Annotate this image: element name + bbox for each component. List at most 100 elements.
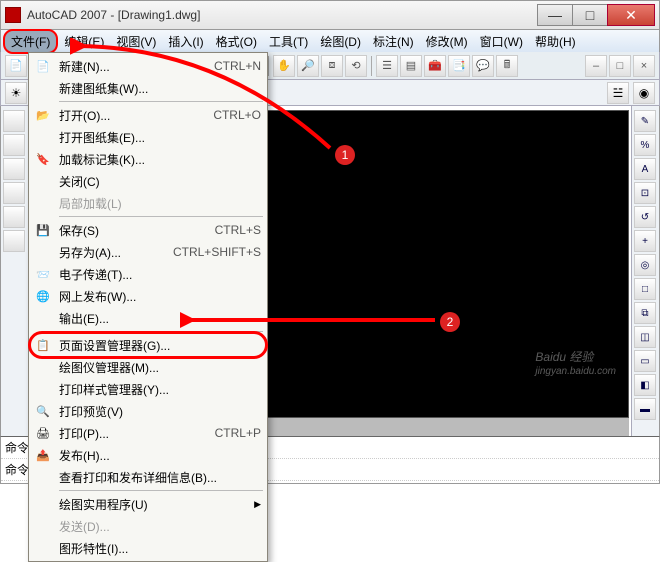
file-menu-item-20[interactable]: 📤发布(H)... — [31, 444, 265, 466]
menu-item-icon — [35, 359, 51, 375]
menu-item-icon: 🔍 — [35, 403, 51, 419]
line-icon[interactable] — [3, 110, 25, 132]
minimize-button[interactable]: — — [537, 4, 573, 26]
file-menu-item-15[interactable]: 📋页面设置管理器(G)... — [31, 334, 265, 356]
close-button[interactable]: ✕ — [607, 4, 655, 26]
file-menu-item-5[interactable]: 🔖加载标记集(K)... — [31, 148, 265, 170]
modify-tool-8[interactable]: ⧉ — [634, 302, 656, 324]
menu-item-label: 绘图仪管理器(M)... — [59, 359, 261, 376]
file-menu-item-6[interactable]: 关闭(C) — [31, 170, 265, 192]
modify-tool-1[interactable]: % — [634, 134, 656, 156]
menu-item-label: 查看打印和发布详细信息(B)... — [59, 469, 261, 486]
menu-item-icon: 📨 — [35, 266, 51, 282]
layer-iso-icon[interactable]: ◉ — [633, 82, 655, 104]
file-menu-item-0[interactable]: 📄新建(N)...CTRL+N — [31, 55, 265, 77]
file-menu-item-3[interactable]: 📂打开(O)...CTRL+O — [31, 104, 265, 126]
menu-item-3[interactable]: 插入(I) — [162, 31, 209, 52]
doc-max-icon[interactable]: □ — [609, 55, 631, 77]
draw-toolbar — [1, 106, 29, 436]
menu-item-1[interactable]: 编辑(E) — [58, 31, 110, 52]
circle-icon[interactable] — [3, 158, 25, 180]
menu-item-icon: 📂 — [35, 107, 51, 123]
file-menu-item-11[interactable]: 📨电子传递(T)... — [31, 263, 265, 285]
modify-tool-0[interactable]: ✎ — [634, 110, 656, 132]
file-menu-item-7: 局部加载(L) — [31, 192, 265, 214]
menu-item-label: 打印样式管理器(Y)... — [59, 381, 261, 398]
file-menu-item-18[interactable]: 🔍打印预览(V) — [31, 400, 265, 422]
modify-tool-4[interactable]: ↺ — [634, 206, 656, 228]
menu-item-label: 网上发布(W)... — [59, 288, 261, 305]
file-menu-item-21[interactable]: 查看打印和发布详细信息(B)... — [31, 466, 265, 488]
menu-item-icon — [35, 129, 51, 145]
menu-item-8[interactable]: 修改(M) — [420, 31, 474, 52]
menu-item-icon: 💾 — [35, 222, 51, 238]
doc-min-icon[interactable]: – — [585, 55, 607, 77]
layer-states-icon[interactable]: ☱ — [607, 82, 629, 104]
modify-tool-10[interactable]: ▭ — [634, 350, 656, 372]
file-menu-item-1[interactable]: 新建图纸集(W)... — [31, 77, 265, 99]
menu-item-5[interactable]: 工具(T) — [263, 31, 314, 52]
zoom-rt-icon[interactable]: 🔎 — [297, 55, 319, 77]
file-menu-item-23[interactable]: 绘图实用程序(U)▶ — [31, 493, 265, 515]
modify-tool-9[interactable]: ◫ — [634, 326, 656, 348]
sheet-set-icon[interactable]: 📑 — [448, 55, 470, 77]
menu-bar: 文件(F)编辑(E)视图(V)插入(I)格式(O)工具(T)绘图(D)标注(N)… — [0, 30, 660, 52]
markup-icon[interactable]: 💬 — [472, 55, 494, 77]
dc-icon[interactable]: ▤ — [400, 55, 422, 77]
file-menu-item-13[interactable]: 输出(E)... — [31, 307, 265, 329]
new-icon[interactable]: 📄 — [5, 55, 27, 77]
file-menu-dropdown: 📄新建(N)...CTRL+N 新建图纸集(W)... 📂打开(O)...CTRL+… — [28, 52, 268, 562]
file-menu-item-4[interactable]: 打开图纸集(E)... — [31, 126, 265, 148]
menu-item-7[interactable]: 标注(N) — [367, 31, 420, 52]
file-menu-item-17[interactable]: 打印样式管理器(Y)... — [31, 378, 265, 400]
annotation-badge-1: 1 — [335, 145, 355, 165]
file-menu-item-19[interactable]: 🖨打印(P)...CTRL+P — [31, 422, 265, 444]
tool-palettes-icon[interactable]: 🧰 — [424, 55, 446, 77]
menu-item-icon — [35, 540, 51, 556]
zoom-prev-icon[interactable]: ⟲ — [345, 55, 367, 77]
menu-item-label: 新建图纸集(W)... — [59, 80, 261, 97]
file-menu-item-16[interactable]: 绘图仪管理器(M)... — [31, 356, 265, 378]
arc-icon[interactable] — [3, 182, 25, 204]
menu-item-label: 绘图实用程序(U) — [59, 496, 261, 513]
menu-item-shortcut: CTRL+P — [215, 426, 261, 440]
menu-item-9[interactable]: 窗口(W) — [474, 31, 529, 52]
pan-icon[interactable]: ✋ — [273, 55, 295, 77]
maximize-button[interactable]: □ — [572, 4, 608, 26]
file-menu-item-25[interactable]: 图形特性(I)... — [31, 537, 265, 559]
modify-tool-12[interactable]: ▬ — [634, 398, 656, 420]
modify-tool-11[interactable]: ◧ — [634, 374, 656, 396]
file-menu-item-9[interactable]: 💾 保存(S)CTRL+S — [31, 219, 265, 241]
poly-icon[interactable] — [3, 206, 25, 228]
menu-item-label: 输出(E)... — [59, 310, 261, 327]
menu-item-10[interactable]: 帮助(H) — [529, 31, 582, 52]
doc-close-icon[interactable]: × — [633, 55, 655, 77]
rect-icon[interactable] — [3, 134, 25, 156]
modify-tool-7[interactable]: □ — [634, 278, 656, 300]
menu-item-0[interactable]: 文件(F) — [3, 29, 58, 54]
file-menu-item-10[interactable]: 另存为(A)...CTRL+SHIFT+S — [31, 241, 265, 263]
modify-tool-6[interactable]: ◎ — [634, 254, 656, 276]
menu-item-icon — [35, 518, 51, 534]
modify-tool-5[interactable]: + — [634, 230, 656, 252]
menu-item-icon: 📄 — [35, 58, 51, 74]
file-menu-item-24: 发送(D)... — [31, 515, 265, 537]
layer-props-icon[interactable]: ☀ — [5, 82, 27, 104]
menu-item-shortcut: CTRL+S — [215, 223, 261, 237]
calc-icon[interactable]: 🖩 — [496, 55, 518, 77]
menu-item-2[interactable]: 视图(V) — [110, 31, 162, 52]
menu-item-6[interactable]: 绘图(D) — [314, 31, 367, 52]
menu-item-label: 打印(P)... — [59, 425, 215, 442]
watermark: Baidu 经验 jingyan.baidu.com — [535, 348, 616, 377]
hatch-icon[interactable] — [3, 230, 25, 252]
menu-item-label: 保存(S) — [59, 222, 215, 239]
properties-icon[interactable]: ☰ — [376, 55, 398, 77]
modify-tool-3[interactable]: ⊡ — [634, 182, 656, 204]
menu-item-label: 局部加载(L) — [59, 195, 261, 212]
menu-item-icon — [35, 496, 51, 512]
file-menu-item-12[interactable]: 🌐网上发布(W)... — [31, 285, 265, 307]
modify-tool-2[interactable]: A — [634, 158, 656, 180]
menu-item-4[interactable]: 格式(O) — [210, 31, 263, 52]
zoom-window-icon[interactable]: ⧈ — [321, 55, 343, 77]
menu-item-shortcut: CTRL+O — [213, 108, 261, 122]
